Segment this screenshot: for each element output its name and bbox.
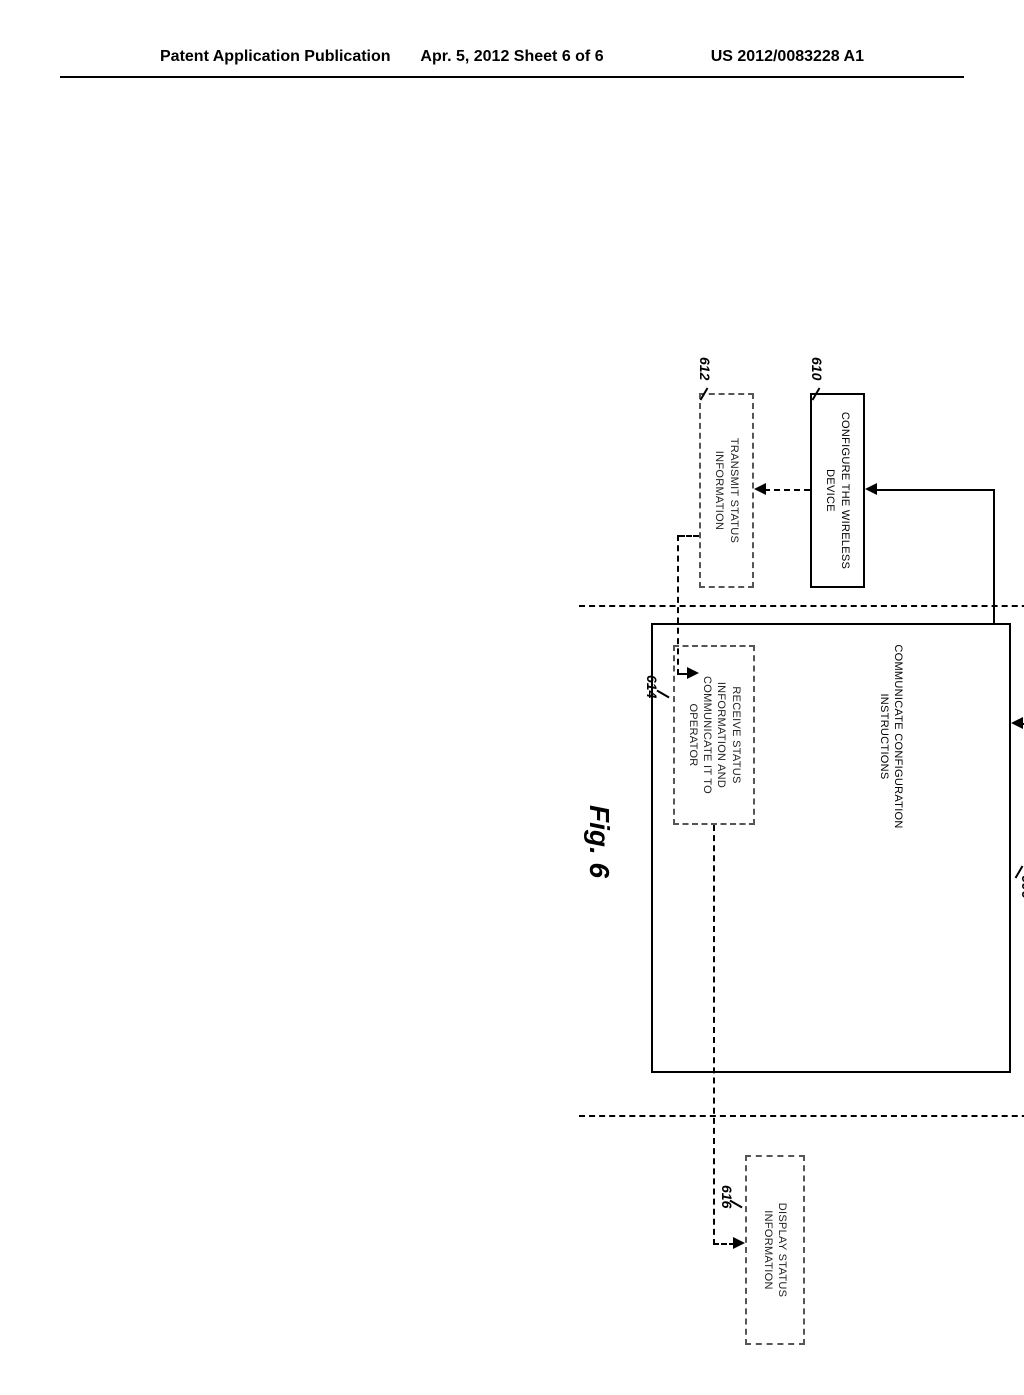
page-header: Patent Application Publication Apr. 5, 2… xyxy=(60,0,964,78)
box-610: CONFIGURE THE WIRELESS DEVICE xyxy=(810,393,865,588)
box-614: RECEIVE STATUS INFORMATION AND COMMUNICA… xyxy=(673,645,755,825)
arrowhead-into-606 xyxy=(1011,717,1023,729)
ref-606: 606 xyxy=(1019,875,1024,898)
line-612-614-h xyxy=(677,535,679,675)
line-614-616-h xyxy=(713,825,715,1245)
header-right: US 2012/0083228 A1 xyxy=(629,48,864,66)
line-606-610-v xyxy=(875,489,995,491)
ref-614: 614 xyxy=(644,675,660,698)
arrowhead-into-614 xyxy=(687,667,699,679)
flowchart-diagram: 600 WIRELESS DEVICE CONFIGURATION DEVICE… xyxy=(465,315,1024,1395)
ref-610: 610 xyxy=(809,357,825,380)
figure-rotated-container: 600 WIRELESS DEVICE CONFIGURATION DEVICE… xyxy=(145,485,1024,1225)
figure-label: Fig. 6 xyxy=(583,805,615,878)
line-610-612 xyxy=(764,489,810,491)
header-left: Patent Application Publication xyxy=(160,48,395,66)
box-606-text: COMMUNICATE CONFIGURATION INSTRUCTIONS xyxy=(813,625,969,848)
vline-1-dash xyxy=(579,605,1024,607)
line-606-610-h xyxy=(993,489,995,623)
arrowhead-into-616 xyxy=(733,1237,745,1249)
box-612: TRANSMIT STATUS INFORMATION xyxy=(699,393,754,588)
line-614-616-v xyxy=(713,1243,735,1245)
ref-616: 616 xyxy=(719,1185,735,1208)
arrowhead-into-612 xyxy=(754,483,766,495)
ref-612: 612 xyxy=(697,357,713,380)
vline-2-dash xyxy=(579,1115,1024,1117)
arrowhead-into-610 xyxy=(865,483,877,495)
line-612-614-v xyxy=(679,535,699,537)
box-616: DISPLAY STATUS INFORMATION xyxy=(745,1155,805,1345)
header-center: Apr. 5, 2012 Sheet 6 of 6 xyxy=(395,48,630,66)
